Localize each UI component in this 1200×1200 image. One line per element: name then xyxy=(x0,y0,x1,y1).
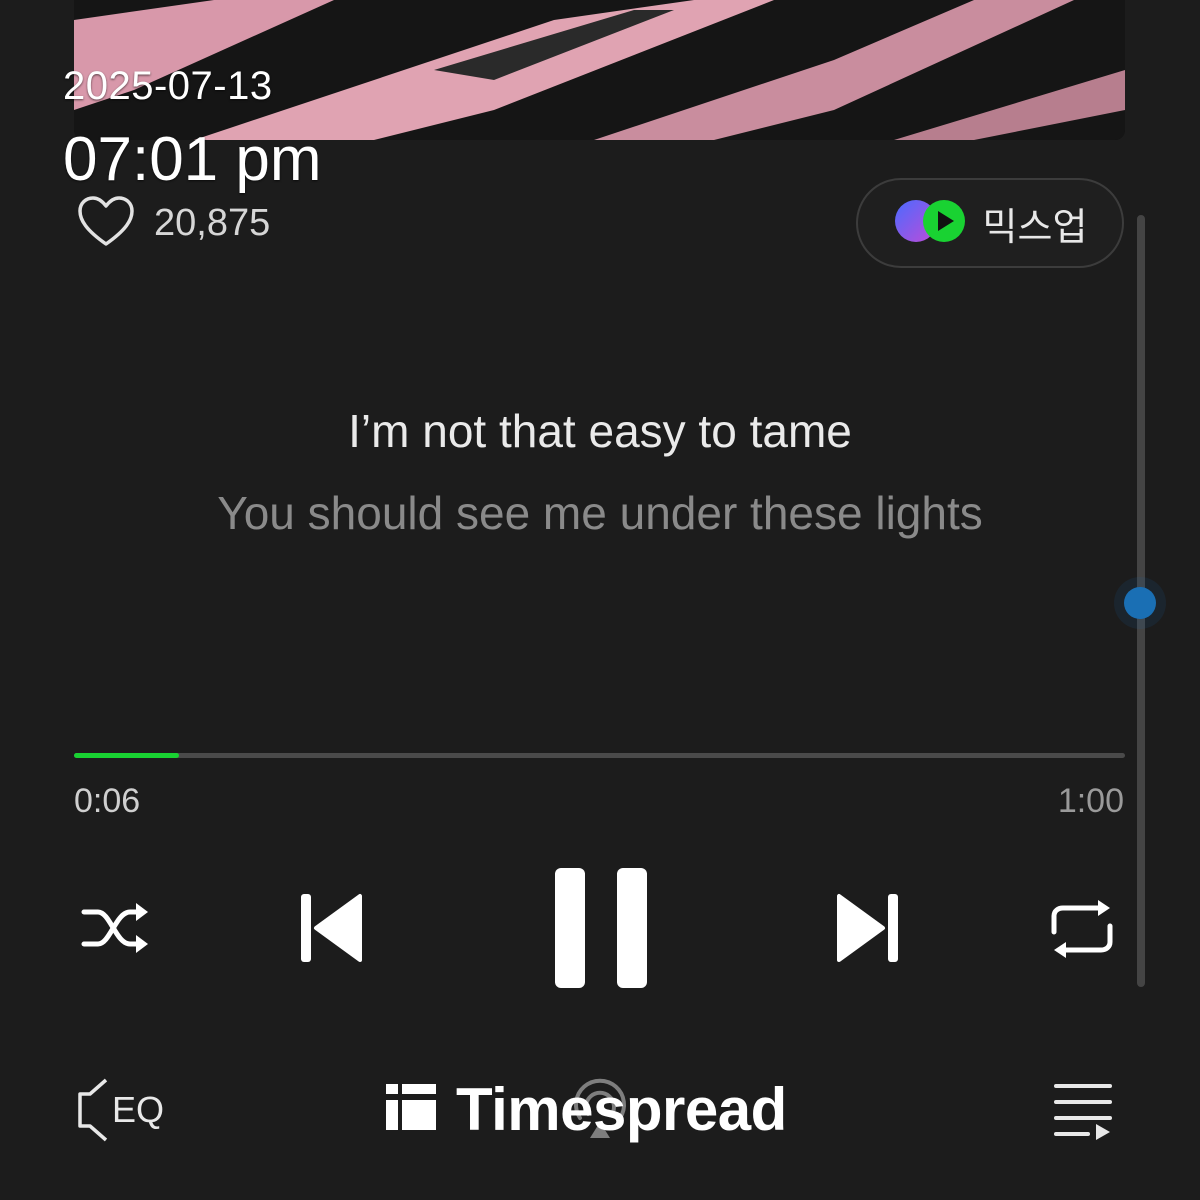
playback-progress-fill xyxy=(74,753,180,758)
timestamp-time: 07:01 pm xyxy=(63,125,322,194)
eq-icon xyxy=(76,1076,110,1144)
eq-label: EQ xyxy=(112,1089,165,1130)
playlist-icon xyxy=(1052,1082,1114,1140)
timestamp-date: 2025-07-13 xyxy=(63,64,273,108)
lyric-current-line[interactable]: I’m not that easy to tame xyxy=(0,404,1200,458)
elapsed-time: 0:06 xyxy=(74,782,141,820)
eq-button[interactable]: EQ xyxy=(76,1076,164,1144)
timespread-logo-icon xyxy=(386,1083,436,1135)
playback-progress-bar[interactable] xyxy=(74,753,1125,758)
watermark-brand: Timespread xyxy=(456,1075,787,1143)
like-button[interactable]: 20,875 xyxy=(76,194,271,253)
watermark: Timespread xyxy=(386,1076,787,1143)
next-icon xyxy=(835,892,901,964)
total-time: 1:00 xyxy=(1057,782,1124,820)
repeat-icon xyxy=(1048,898,1116,960)
like-count: 20,875 xyxy=(154,201,271,244)
next-button[interactable] xyxy=(835,892,901,964)
mixup-icon xyxy=(893,198,967,249)
lyric-next-line[interactable]: You should see me under these lights xyxy=(0,486,1200,540)
repeat-button[interactable] xyxy=(1048,898,1116,960)
mixup-button[interactable]: 믹스업 xyxy=(856,178,1124,268)
previous-button[interactable] xyxy=(298,892,364,964)
shuffle-button[interactable] xyxy=(80,900,152,956)
previous-icon xyxy=(298,892,364,964)
mixup-label: 믹스업 xyxy=(982,204,1088,249)
lyrics-scroll-handle[interactable] xyxy=(1124,587,1156,619)
shuffle-icon xyxy=(80,900,152,956)
pause-icon xyxy=(553,866,649,990)
heart-outline-icon xyxy=(76,194,136,253)
pause-button[interactable] xyxy=(553,866,649,990)
playlist-button[interactable] xyxy=(1052,1082,1114,1140)
